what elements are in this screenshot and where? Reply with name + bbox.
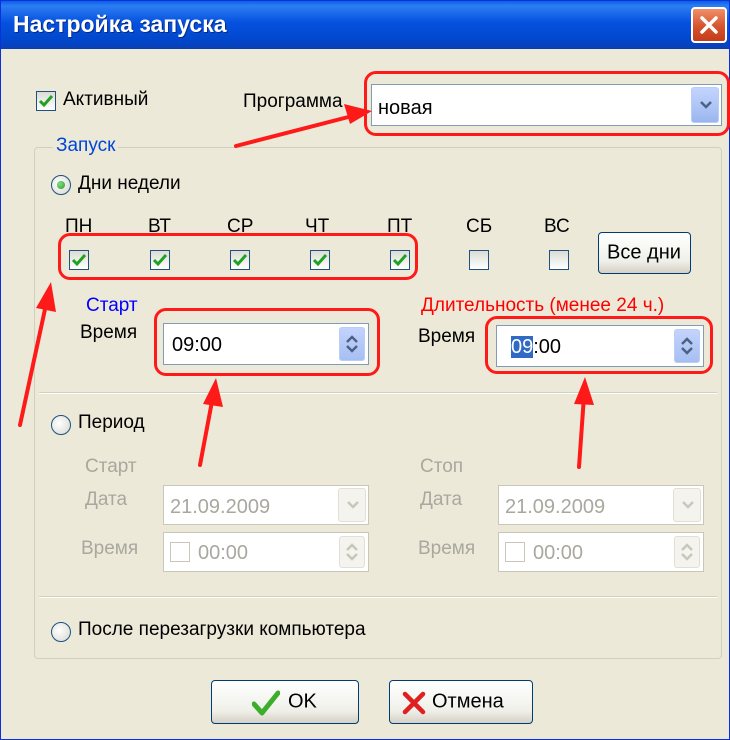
period-stop-date-label: Дата xyxy=(420,489,463,510)
period-start-time-value: 00:00 xyxy=(198,542,249,564)
period-start-time-spinner[interactable] xyxy=(339,536,365,568)
separator xyxy=(39,596,717,598)
ok-label: OK xyxy=(288,690,317,713)
weekdays-label: Дни недели xyxy=(78,173,181,194)
period-stop-time-input[interactable]: 00:00 xyxy=(498,532,704,572)
day-checkbox-sat[interactable] xyxy=(469,250,489,270)
radio-dot xyxy=(57,181,65,189)
start-time-highlight xyxy=(154,308,380,376)
period-radio[interactable] xyxy=(51,415,71,435)
period-stop-date-dropdown[interactable] xyxy=(673,488,701,522)
spin-arrows-icon xyxy=(346,543,358,561)
program-highlight xyxy=(364,71,730,136)
program-label: Программа xyxy=(243,91,343,112)
period-stop-date-value: 21.09.2009 xyxy=(505,496,606,518)
day-checkbox-sun[interactable] xyxy=(549,250,569,270)
active-checkbox[interactable] xyxy=(36,91,56,111)
period-start-date-select[interactable]: 21.09.2009 xyxy=(163,485,369,525)
period-stop-heading: Стоп xyxy=(420,456,464,477)
weekdays-highlight xyxy=(58,233,418,280)
all-days-label: Все дни xyxy=(607,241,681,264)
start-time-label: Время xyxy=(80,322,138,343)
all-days-button[interactable]: Все дни xyxy=(598,232,691,274)
period-start-date-dropdown[interactable] xyxy=(338,488,366,522)
day-label-sat: СБ xyxy=(466,216,493,237)
duration-time-highlight xyxy=(485,316,713,374)
period-start-date-value: 21.09.2009 xyxy=(170,496,271,518)
window-title: Настройка запуска xyxy=(13,11,227,37)
period-label: Период xyxy=(78,412,145,433)
day-label-sun: ВС xyxy=(544,216,570,237)
period-stop-time-checkbox[interactable] xyxy=(505,542,525,562)
cancel-x-icon xyxy=(402,691,426,715)
period-start-time-checkbox[interactable] xyxy=(170,542,190,562)
launch-group-title: Запуск xyxy=(53,135,119,157)
duration-heading: Длительность (менее 24 ч.) xyxy=(421,295,665,316)
period-start-time-label: Время xyxy=(81,538,139,559)
period-start-date-label: Дата xyxy=(85,489,128,510)
reboot-radio[interactable] xyxy=(51,622,71,642)
launch-group xyxy=(34,147,722,659)
cancel-label: Отмена xyxy=(432,690,504,713)
duration-time-label: Время xyxy=(418,326,476,347)
chevron-down-icon xyxy=(682,501,694,509)
separator xyxy=(39,392,717,394)
period-stop-time-spinner[interactable] xyxy=(674,536,700,568)
ok-button[interactable]: OK xyxy=(211,680,359,724)
period-stop-time-label: Время xyxy=(418,538,476,559)
close-icon xyxy=(700,16,718,34)
chevron-down-icon xyxy=(347,501,359,509)
period-stop-date-select[interactable]: 21.09.2009 xyxy=(498,485,704,525)
checkmark-icon xyxy=(38,95,54,108)
spin-arrows-icon xyxy=(681,543,693,561)
period-start-time-input[interactable]: 00:00 xyxy=(163,532,369,572)
cancel-button[interactable]: Отмена xyxy=(389,680,533,724)
weekdays-radio[interactable] xyxy=(51,175,71,195)
title-bar[interactable]: Настройка запуска xyxy=(1,1,729,49)
active-label: Активный xyxy=(63,89,149,110)
period-start-heading: Старт xyxy=(85,456,137,477)
close-button[interactable] xyxy=(691,7,727,43)
reboot-label: После перезагрузки компьютера xyxy=(78,619,366,640)
period-stop-time-value: 00:00 xyxy=(533,542,584,564)
ok-check-icon xyxy=(252,690,280,716)
start-heading: Старт xyxy=(86,295,138,316)
